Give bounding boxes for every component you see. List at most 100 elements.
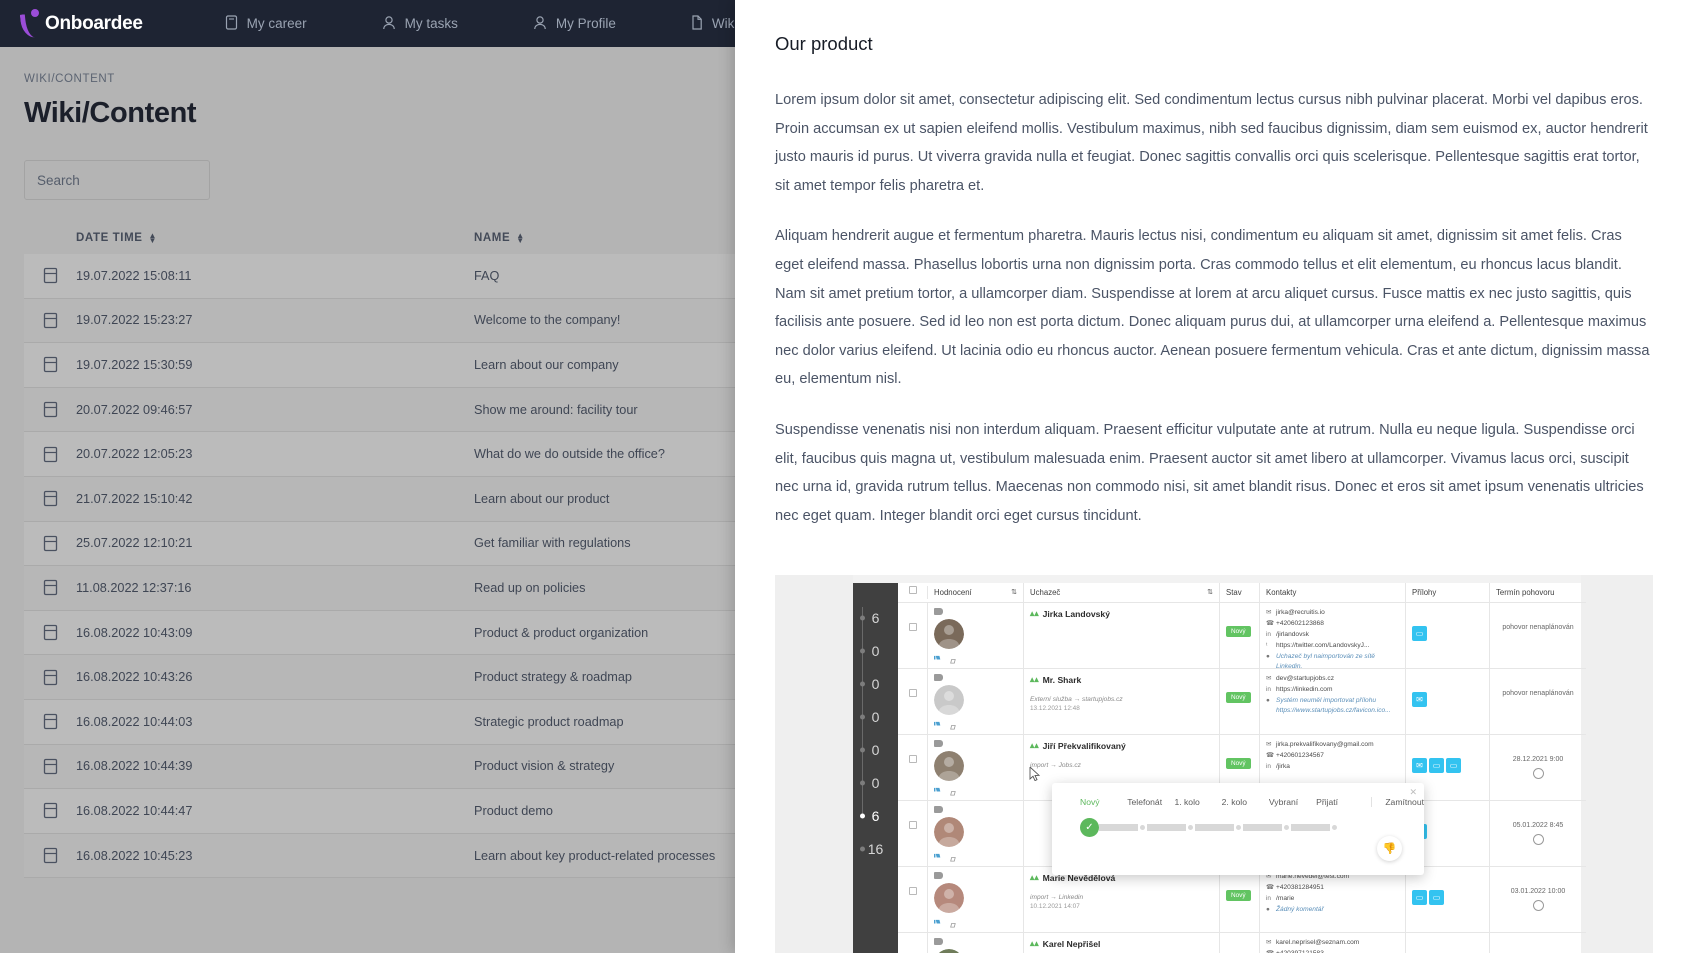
cell-name: Read up on policies <box>474 580 586 595</box>
contact-line: ᵗ https://twitter.com/LandovskyJ... <box>1266 641 1399 651</box>
grid-col-hodnoceni[interactable]: Hodnocení ⇅ <box>928 583 1024 603</box>
candidate-name[interactable]: ▴▴ Jiří Překvalifikovaný <box>1030 740 1213 751</box>
row-checkbox[interactable] <box>898 735 928 801</box>
row-checkbox[interactable] <box>898 603 928 669</box>
row-checkbox[interactable] <box>898 669 928 735</box>
file-icon[interactable]: ▭ <box>1412 890 1427 906</box>
status-badge[interactable]: Nový <box>1226 626 1251 638</box>
rail-value: 0 <box>853 667 898 700</box>
contact-line: ● Uchazeč byl naimportován ze sítě Linked… <box>1266 652 1399 668</box>
cell-termin-pohovoru: 28.12.2021 9:00 <box>1490 735 1586 800</box>
thumbs-down-icon[interactable] <box>934 655 943 664</box>
contact-text: https://twitter.com/LandovskyJ... <box>1276 642 1370 650</box>
nav-label: My career <box>246 16 307 31</box>
candidate-name[interactable]: ▴▴ Karel Nepřišel <box>1030 938 1213 949</box>
col-label: Termín pohovoru <box>1496 588 1555 598</box>
clock-icon <box>1532 834 1544 846</box>
grid-col-kontakty: Kontakty <box>1260 583 1406 603</box>
nav-item-my-profile[interactable]: My Profile <box>513 15 636 33</box>
thumbs-down-icon[interactable]: 👎 <box>1377 836 1402 862</box>
row-checkbox[interactable] <box>898 801 928 867</box>
contact-text: +420381284951 <box>1276 884 1324 892</box>
grid-col-uchazec[interactable]: Uchazeč ⇅ <box>1024 583 1220 603</box>
thumbs-down-icon[interactable] <box>934 919 943 928</box>
thumbs-up-icon[interactable] <box>948 721 957 730</box>
group-icon: ▴▴ <box>1030 674 1039 685</box>
avatar <box>939 949 959 953</box>
search-input[interactable] <box>24 160 210 200</box>
file-icon[interactable]: ▭ <box>1412 626 1427 642</box>
candidate-row[interactable]: ▴▴ Mr. Shark Externí služba → startupjobs.… <box>898 669 1586 736</box>
thumbs-up-icon[interactable] <box>948 787 957 796</box>
candidate-name[interactable]: ▴▴ Jirka Landovský <box>1030 608 1213 619</box>
stage-tab[interactable]: 2. kolo <box>1222 797 1269 807</box>
row-checkbox[interactable] <box>898 933 928 953</box>
stage-tab[interactable]: Nový <box>1080 797 1127 807</box>
mail-icon[interactable]: ✉ <box>1412 758 1427 774</box>
contact-text: /marie <box>1276 895 1295 903</box>
thumbs-down-icon[interactable] <box>934 787 943 796</box>
brand-logo[interactable]: Onboardee <box>18 8 143 39</box>
candidate-row[interactable]: ▴▴ Jirka Landovský Nový ✉ jirka@recruitis.io… <box>898 603 1586 670</box>
contact-text: Uchazeč byl naimportován ze sítě Linkedi… <box>1276 653 1375 669</box>
cell-date-time: 21.07.2022 15:10:42 <box>76 491 193 506</box>
thumbs-up-icon[interactable] <box>948 853 957 862</box>
col-label: Stav <box>1226 588 1242 598</box>
nav-label: My Profile <box>555 16 616 31</box>
status-badge[interactable]: Nový <box>1226 890 1251 902</box>
thumbs-up-icon[interactable] <box>948 655 957 664</box>
stage-tab[interactable]: Přijatí <box>1316 797 1363 807</box>
stage-node[interactable] <box>1186 823 1195 833</box>
file-icon[interactable]: ▭ <box>1429 758 1444 774</box>
status-badge[interactable]: Nový <box>1226 692 1251 704</box>
cell-name: Product & product organization <box>474 625 649 640</box>
cell-uchazec: ▴▴ Karel Nepřišel <box>1024 933 1220 953</box>
cell-stav: Nový <box>1220 867 1260 933</box>
contact-line: in/jirka <box>1266 762 1399 772</box>
nav-item-my-career[interactable]: My career <box>205 14 327 33</box>
stage-segment <box>1147 824 1186 832</box>
thumbs-down-icon[interactable] <box>934 853 943 862</box>
close-icon[interactable]: ✕ <box>1409 787 1417 798</box>
group-icon: ▴▴ <box>1030 872 1039 883</box>
cell-termin-pohovoru: 03.01.2022 10:00 <box>1490 867 1586 932</box>
contact-line: in https://linkedin.com <box>1266 685 1399 695</box>
file-icon[interactable]: ▭ <box>1429 890 1444 906</box>
contact-line: in/marie <box>1266 894 1399 904</box>
candidate-row[interactable]: ▴▴Karel Nepřišel Nový ✉ karel.neprisel@sezn… <box>898 933 1586 953</box>
mail-icon: ✉ <box>1266 939 1272 947</box>
cell-name: Learn about our company <box>474 357 619 372</box>
thumbs-up-icon[interactable] <box>948 919 957 928</box>
stage-node[interactable] <box>1330 823 1339 833</box>
interview-date: pohovor nenaplánován <box>1502 690 1574 698</box>
candidate-source: import → Jobs.cz <box>1030 762 1081 770</box>
interview-date: 28.12.2021 9:00 <box>1512 756 1564 764</box>
stage-node[interactable] <box>1282 823 1291 833</box>
rating-thumbs <box>934 787 1017 796</box>
status-badge[interactable]: Nový <box>1226 758 1251 770</box>
nav-item-my-tasks[interactable]: My tasks <box>362 15 478 33</box>
column-header-date-time[interactable]: DATE TIME ▲ ▼ <box>76 232 474 245</box>
stage-step-completed[interactable]: ✓ <box>1080 818 1099 838</box>
stage-tab[interactable]: 1. kolo <box>1174 797 1221 807</box>
column-header-name[interactable]: NAME ▲ ▼ <box>474 232 525 245</box>
stage-node[interactable] <box>1138 823 1147 833</box>
contact-line: ✉ jirka.prekvalifikovany@gmail.com <box>1266 740 1399 750</box>
mouse-cursor-icon <box>1029 767 1041 782</box>
linkedin-icon: in <box>1266 895 1271 903</box>
row-checkbox[interactable] <box>898 867 928 933</box>
stage-tab[interactable]: Vybraní <box>1269 797 1316 807</box>
file-icon[interactable]: ▭ <box>1446 758 1461 774</box>
stage-node[interactable] <box>1234 823 1243 833</box>
phone-icon: ☎ <box>1266 949 1274 953</box>
group-icon: ▴▴ <box>1030 740 1039 751</box>
cell-name: Product vision & strategy <box>474 759 615 774</box>
candidate-row[interactable]: ▴▴ Marie Nevědělová import → Linkedin 10.12… <box>898 867 1586 934</box>
stage-tab[interactable]: Telefonát <box>1127 797 1174 807</box>
document-icon <box>24 267 76 284</box>
mail-icon[interactable]: ✉ <box>1412 692 1427 708</box>
select-all-checkbox[interactable] <box>898 586 928 600</box>
reject-stage-tab[interactable]: Zamítnout <box>1371 797 1424 808</box>
candidate-name[interactable]: ▴▴ Mr. Shark <box>1030 674 1213 685</box>
thumbs-down-icon[interactable] <box>934 721 943 730</box>
